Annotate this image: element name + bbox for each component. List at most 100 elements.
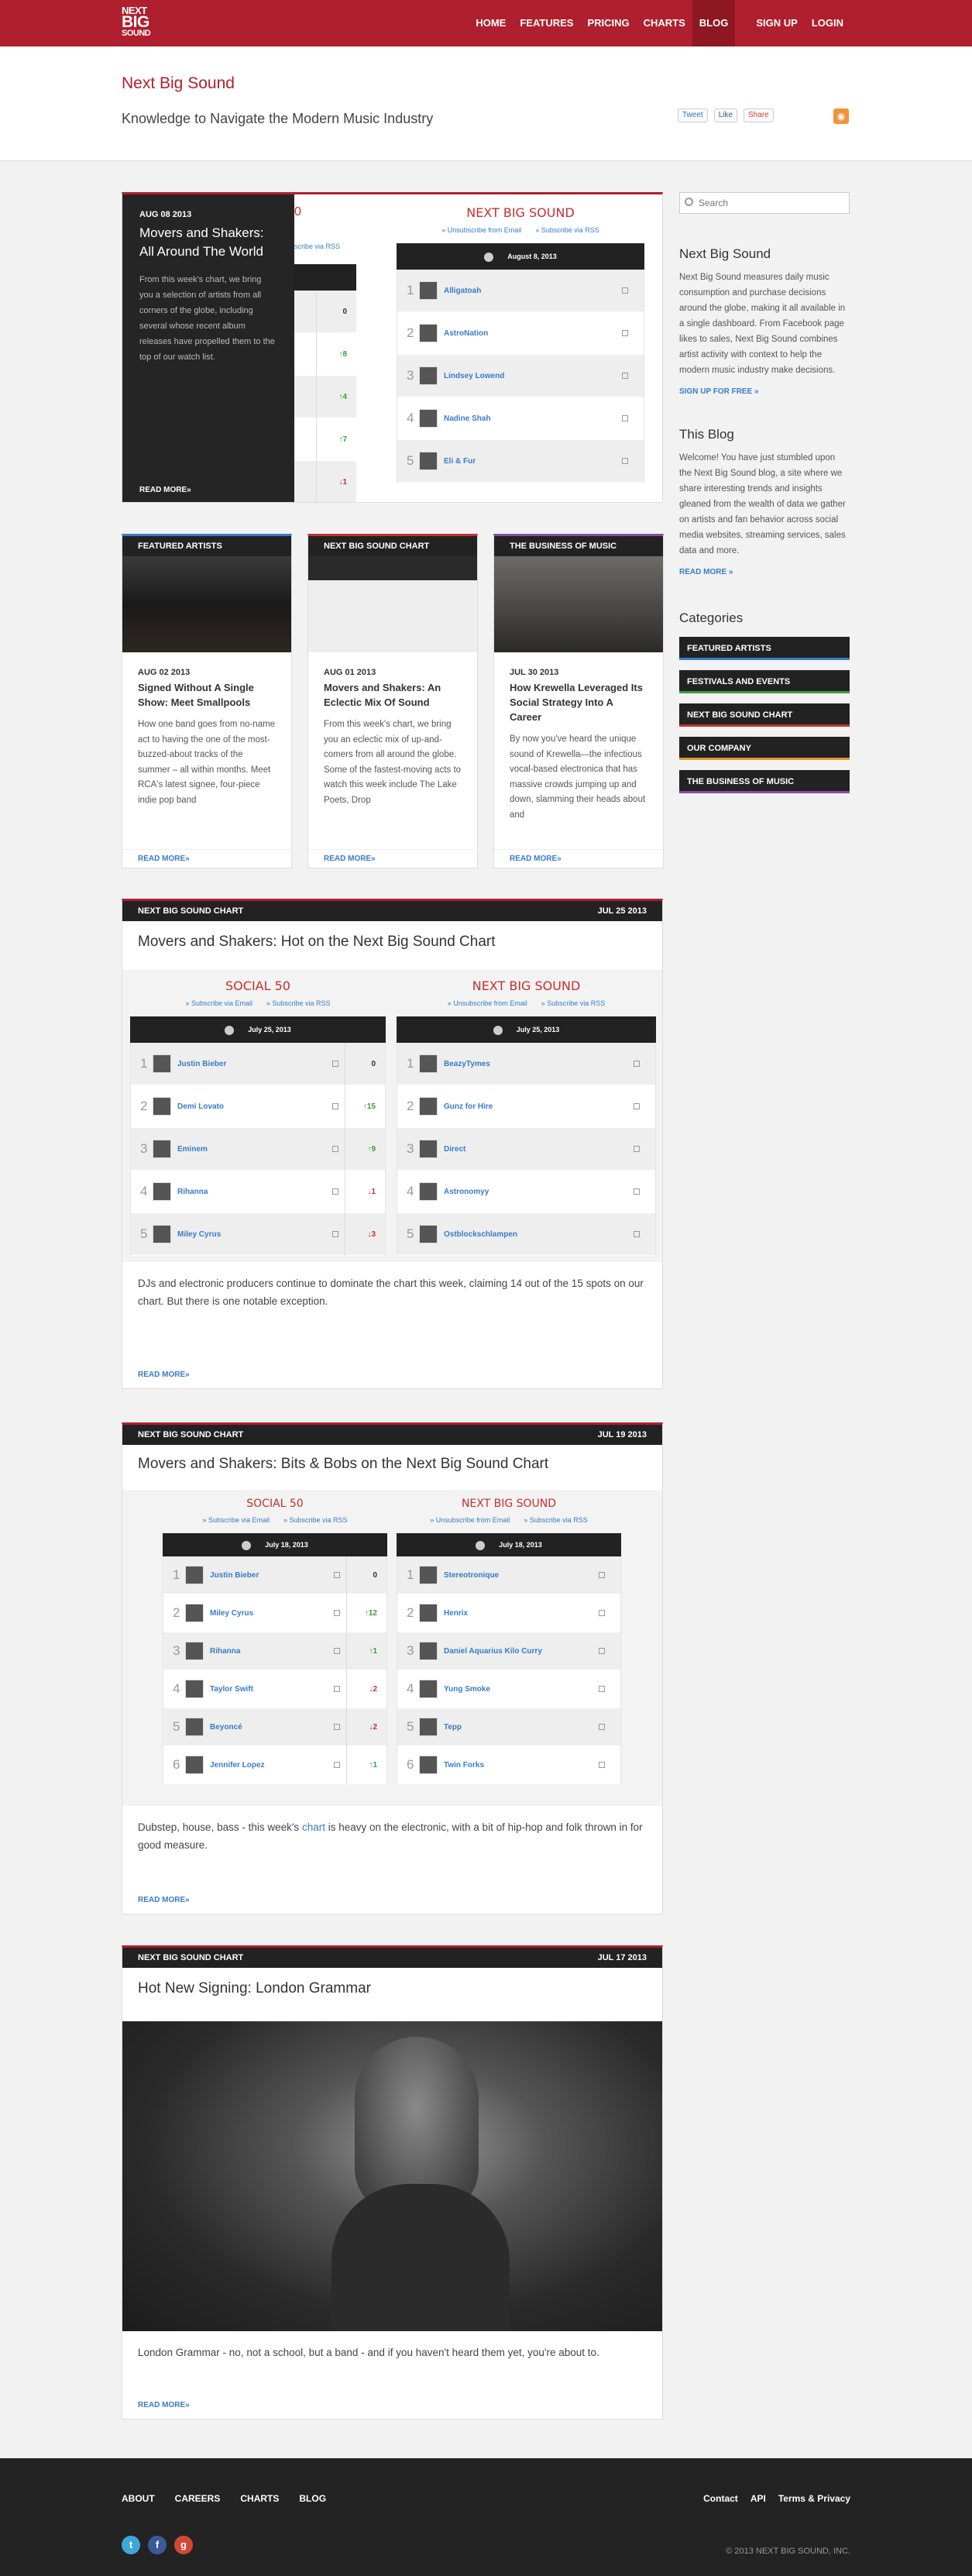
nav-features[interactable]: FEATURES [513, 0, 580, 46]
artist-thumbnail[interactable] [419, 1182, 438, 1201]
artist-thumbnail[interactable] [185, 1642, 204, 1660]
subscribe-rss-link[interactable]: » Subscribe via RSS [541, 999, 606, 1007]
unsubscribe-email-link[interactable]: » Unsubscribe from Email [448, 999, 527, 1007]
external-link-icon[interactable] [334, 1686, 340, 1692]
external-link-icon[interactable] [599, 1572, 605, 1578]
like-button[interactable]: Like [713, 108, 738, 122]
artist-name[interactable]: Gunz for Hire [444, 1102, 634, 1111]
post-category[interactable]: NEXT BIG SOUND CHART [138, 1948, 243, 1968]
artist-thumbnail[interactable] [185, 1718, 204, 1736]
footer-about[interactable]: ABOUT [122, 2493, 155, 2504]
external-link-icon[interactable] [622, 415, 628, 421]
feature-title[interactable]: Movers and Shakers: All Around The World [139, 224, 277, 261]
artist-name[interactable]: Demi Lovato [177, 1102, 332, 1111]
category-item[interactable]: FEATURED ARTISTS [679, 637, 850, 660]
artist-name[interactable]: Daniel Aquarius Kilo Curry [444, 1647, 599, 1656]
artist-name[interactable]: Miley Cyrus [177, 1230, 332, 1239]
subscribe-email-link[interactable]: » Subscribe via Email [185, 999, 252, 1007]
external-link-icon[interactable] [334, 1648, 340, 1654]
post-category[interactable]: NEXT BIG SOUND CHART [138, 901, 243, 921]
artist-name[interactable]: Beyoncé [210, 1723, 334, 1732]
artist-thumbnail[interactable] [185, 1604, 204, 1622]
external-link-icon[interactable] [334, 1762, 340, 1768]
footer-contact[interactable]: Contact [703, 2493, 738, 2504]
artist-name[interactable]: Eminem [177, 1145, 332, 1154]
artist-thumbnail[interactable] [419, 1756, 438, 1774]
category-item[interactable]: THE BUSINESS OF MUSIC [679, 770, 850, 793]
card-readmore[interactable]: READ MORE» [308, 849, 477, 868]
external-link-icon[interactable] [634, 1103, 640, 1109]
post-readmore[interactable]: READ MORE» [138, 1371, 190, 1379]
unsubscribe-email-link[interactable]: » Unsubscribe from Email [430, 1516, 510, 1524]
london-grammar-photo[interactable] [122, 2021, 662, 2331]
artist-thumbnail[interactable] [419, 366, 438, 385]
post-title[interactable]: Movers and Shakers: Hot on the Next Big … [122, 921, 662, 971]
twitter-icon[interactable]: t [122, 2536, 140, 2554]
external-link-icon[interactable] [599, 1762, 605, 1768]
external-link-icon[interactable] [334, 1724, 340, 1730]
external-link-icon[interactable] [634, 1061, 640, 1067]
artist-name[interactable]: Miley Cyrus [210, 1609, 334, 1618]
blog-info-readmore[interactable]: READ MORE » [679, 568, 850, 576]
artist-thumbnail[interactable] [419, 281, 438, 300]
card-title[interactable]: How Krewella Leveraged Its Social Strate… [510, 680, 647, 724]
artist-thumbnail[interactable] [419, 452, 438, 470]
external-link-icon[interactable] [332, 1188, 338, 1195]
subscribe-rss-link[interactable]: » Subscribe via RSS [535, 226, 599, 234]
artist-name[interactable]: Nadine Shah [444, 414, 622, 423]
artist-thumbnail[interactable] [153, 1225, 171, 1243]
artist-thumbnail[interactable] [153, 1054, 171, 1073]
card-image[interactable] [494, 556, 663, 652]
artist-thumbnail[interactable] [153, 1140, 171, 1158]
artist-name[interactable]: Justin Bieber [210, 1571, 334, 1580]
artist-thumbnail[interactable] [153, 1182, 171, 1201]
footer-blog[interactable]: BLOG [299, 2493, 326, 2504]
logo[interactable]: NEXT BIG SOUND [122, 5, 151, 38]
artist-name[interactable]: BeazyTymes [444, 1060, 634, 1068]
card-image[interactable] [122, 556, 291, 652]
facebook-icon[interactable]: f [148, 2536, 167, 2554]
external-link-icon[interactable] [622, 287, 628, 294]
external-link-icon[interactable] [332, 1103, 338, 1109]
artist-name[interactable]: Yung Smoke [444, 1685, 599, 1694]
post-readmore[interactable]: READ MORE» [138, 2401, 190, 2409]
share-button[interactable]: Share [744, 108, 774, 122]
nav-login[interactable]: LOGIN [805, 0, 850, 46]
chart-link[interactable]: chart [302, 1821, 325, 1833]
subscribe-rss-link[interactable]: » Subscribe via RSS [524, 1516, 588, 1524]
card-image[interactable] [308, 556, 477, 652]
signup-link[interactable]: SIGN UP FOR FREE » [679, 387, 850, 396]
external-link-icon[interactable] [599, 1724, 605, 1730]
artist-thumbnail[interactable] [419, 409, 438, 428]
artist-name[interactable]: Henrix [444, 1609, 599, 1618]
artist-name[interactable]: Direct [444, 1145, 634, 1154]
artist-thumbnail[interactable] [419, 1718, 438, 1736]
category-item[interactable]: NEXT BIG SOUND CHART [679, 703, 850, 727]
search-input[interactable] [679, 192, 850, 214]
external-link-icon[interactable] [332, 1061, 338, 1067]
artist-name[interactable]: Ostblockschlampen [444, 1230, 634, 1239]
artist-thumbnail[interactable] [419, 324, 438, 342]
artist-thumbnail[interactable] [185, 1566, 204, 1584]
artist-name[interactable]: Astronomyy [444, 1188, 634, 1196]
feature-readmore[interactable]: READ MORE» [139, 486, 191, 494]
artist-thumbnail[interactable] [185, 1680, 204, 1698]
artist-name[interactable]: AstroNation [444, 329, 622, 338]
artist-thumbnail[interactable] [419, 1097, 438, 1116]
external-link-icon[interactable] [622, 458, 628, 464]
external-link-icon[interactable] [634, 1231, 640, 1237]
footer-api[interactable]: API [750, 2493, 766, 2504]
post-title[interactable]: Hot New Signing: London Grammar [122, 1968, 662, 2021]
post-readmore[interactable]: READ MORE» [138, 1896, 190, 1904]
subscribe-email-link[interactable]: » Subscribe via Email [202, 1516, 270, 1524]
external-link-icon[interactable] [599, 1610, 605, 1616]
external-link-icon[interactable] [332, 1146, 338, 1152]
category-item[interactable]: OUR COMPANY [679, 737, 850, 760]
card-category[interactable]: NEXT BIG SOUND CHART [308, 536, 477, 556]
subscribe-rss-link[interactable]: » Subscribe via RSS [283, 1516, 348, 1524]
artist-thumbnail[interactable] [419, 1140, 438, 1158]
artist-thumbnail[interactable] [419, 1566, 438, 1584]
external-link-icon[interactable] [332, 1231, 338, 1237]
feature-partial-sub[interactable]: scribe via RSS [294, 242, 340, 250]
artist-thumbnail[interactable] [185, 1756, 204, 1774]
